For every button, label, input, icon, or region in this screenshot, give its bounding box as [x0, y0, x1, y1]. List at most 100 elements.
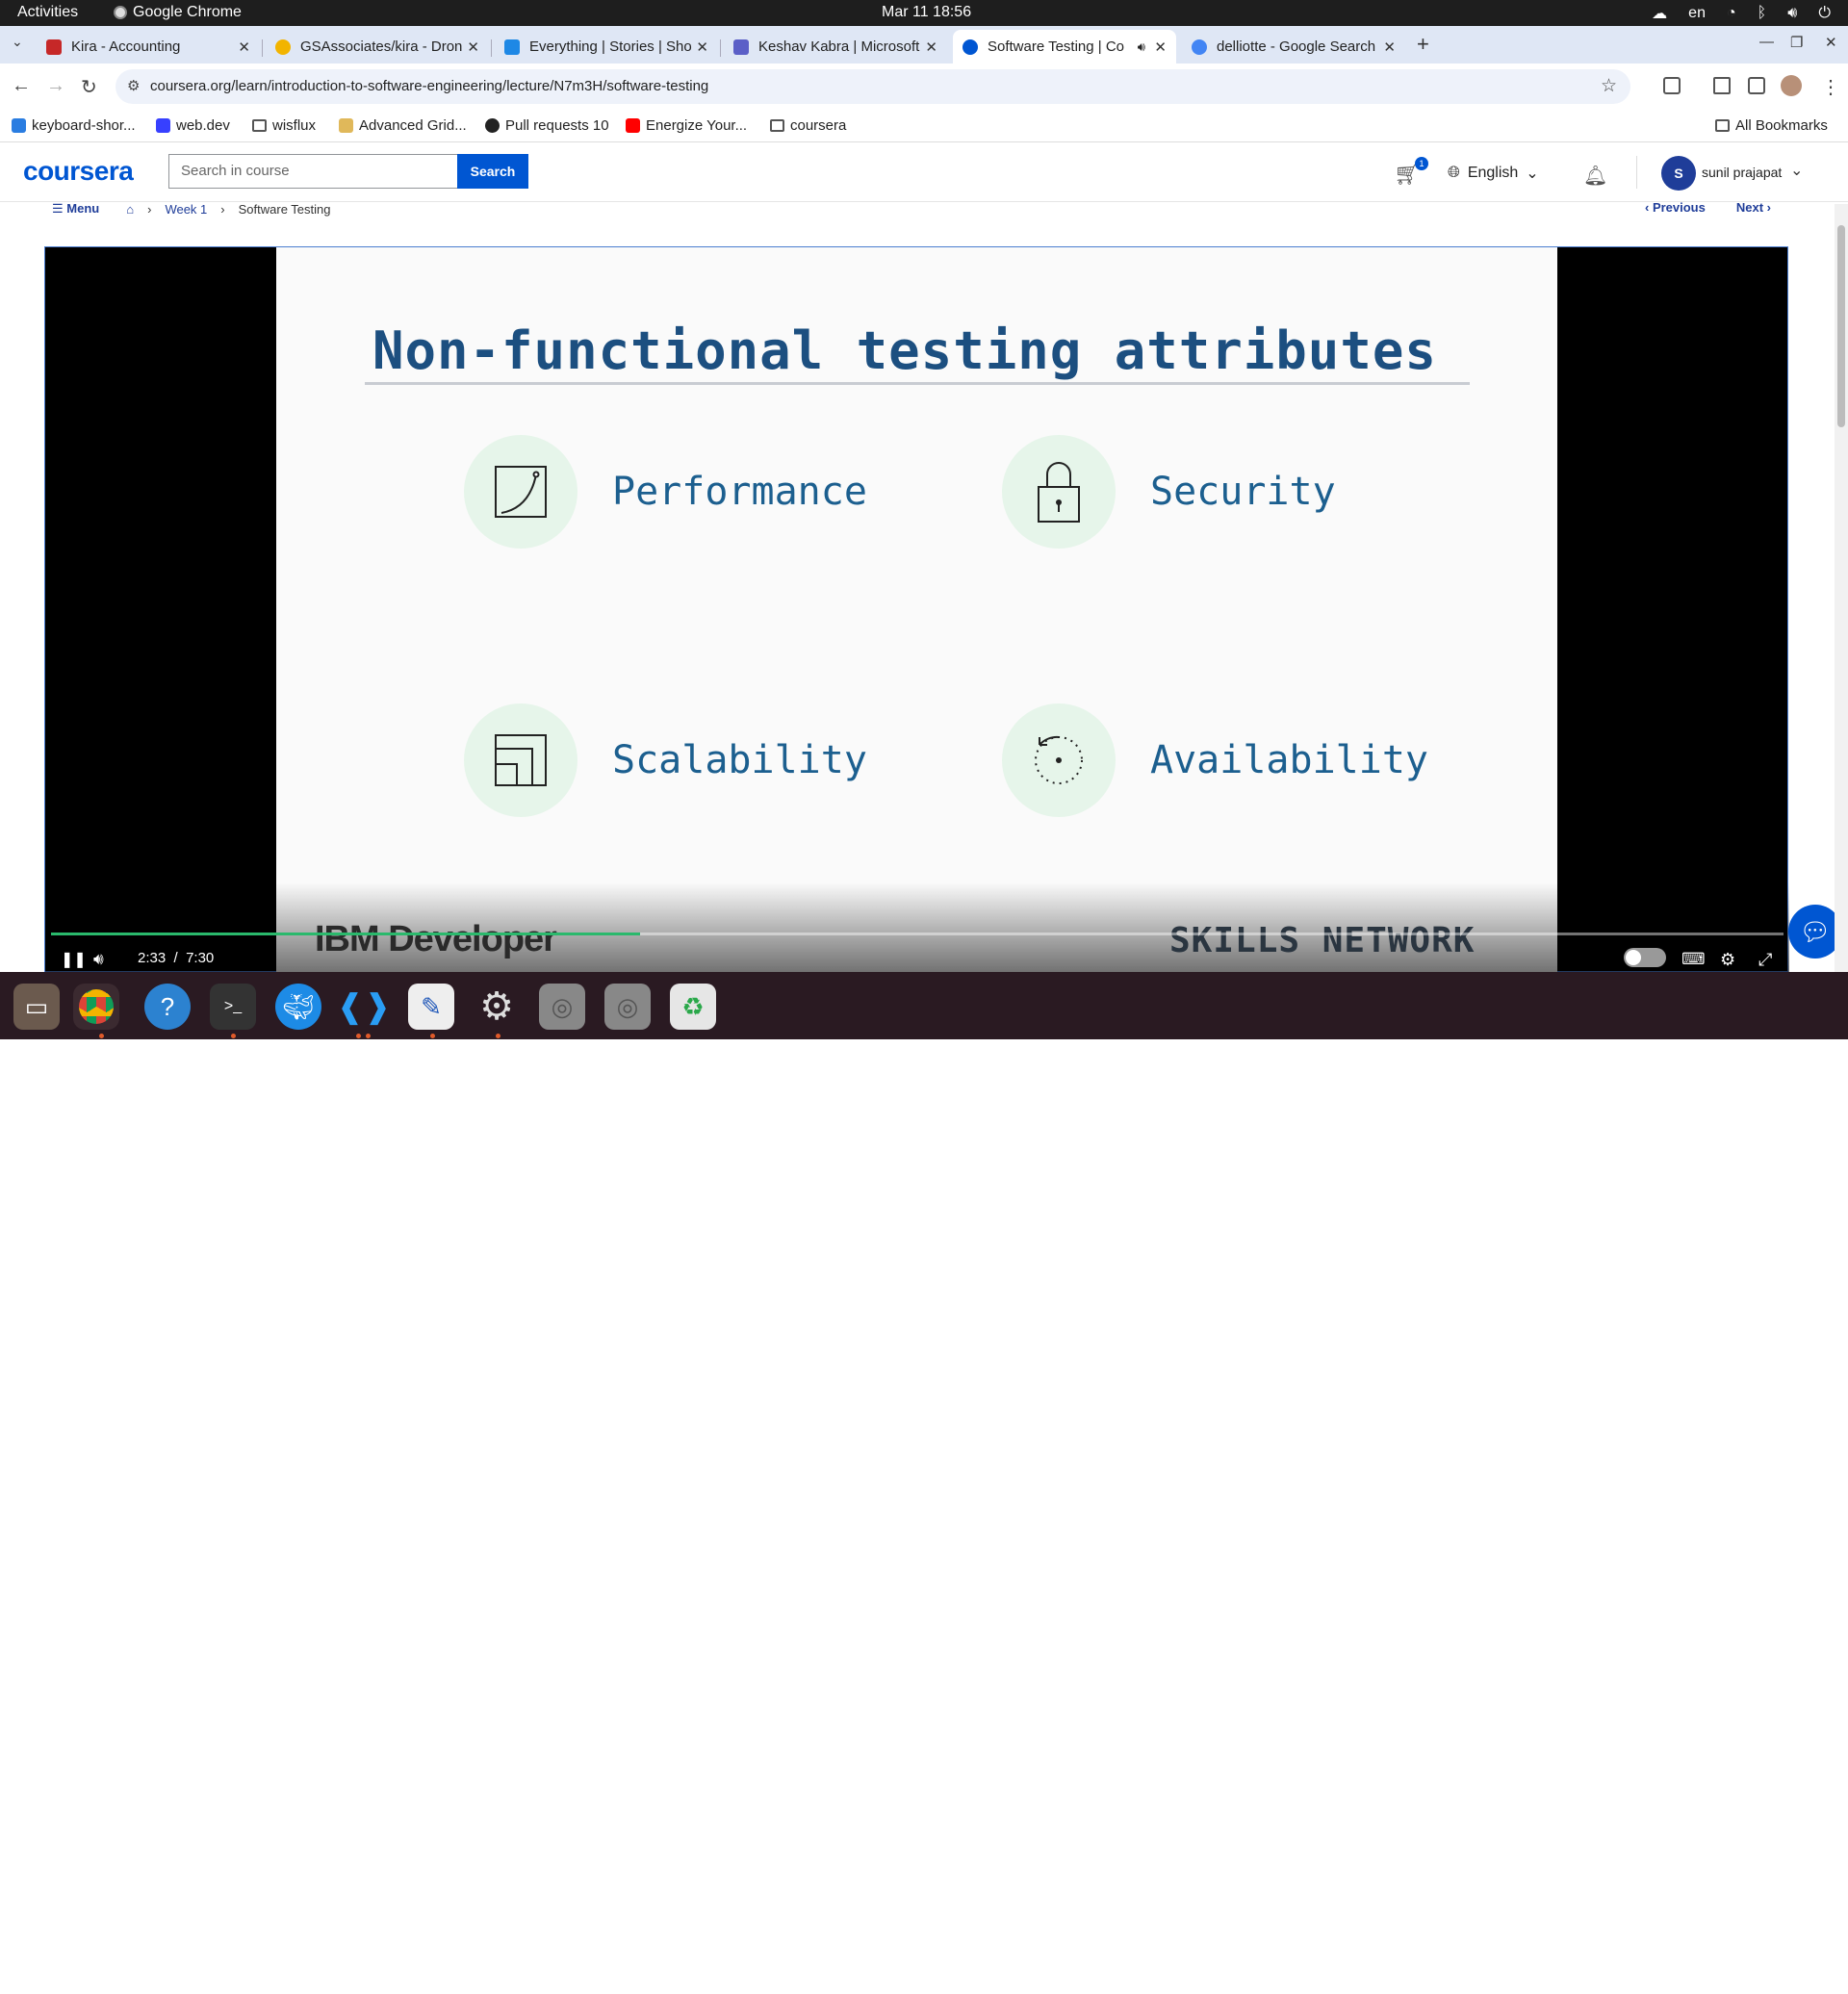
- scrollbar-thumb[interactable]: [1837, 225, 1845, 427]
- previous-button[interactable]: ‹ Previous: [1645, 200, 1706, 215]
- bookmark-star-icon[interactable]: ☆: [1601, 75, 1617, 97]
- availability-dial-icon: [1002, 703, 1116, 817]
- address-bar[interactable]: ⚙ coursera.org/learn/introduction-to-sof…: [116, 69, 1630, 104]
- close-window-icon[interactable]: ✕: [1825, 34, 1837, 51]
- tab-search-icon[interactable]: ⌄: [12, 34, 23, 50]
- kebab-menu-icon[interactable]: ⋮: [1821, 75, 1840, 99]
- wifi-icon[interactable]: ◔: [1727, 5, 1736, 22]
- header-divider: [1636, 156, 1637, 189]
- show-apps-grid-icon[interactable]: [1796, 1963, 1827, 1994]
- volume-icon[interactable]: 🔊︎: [93, 950, 104, 969]
- browser-toolbar: ← → ↻ ⚙ coursera.org/learn/introduction-…: [0, 64, 1848, 110]
- folder-icon: [1715, 119, 1730, 132]
- language-selector[interactable]: 🌐︎ English ⌄: [1448, 164, 1539, 183]
- coursera-logo[interactable]: coursera: [23, 156, 134, 187]
- files-icon[interactable]: ▭: [13, 984, 60, 1030]
- favicon-icon: [962, 38, 978, 55]
- autoplay-toggle[interactable]: [1624, 948, 1666, 967]
- tab-kira-accounting[interactable]: Kira - Accounting ✕: [37, 30, 260, 64]
- tab-close-icon[interactable]: ✕: [1383, 38, 1396, 56]
- media-controls-icon[interactable]: [1713, 77, 1731, 94]
- next-label: Next: [1735, 200, 1764, 215]
- url-text[interactable]: coursera.org/learn/introduction-to-softw…: [150, 78, 708, 94]
- bookmark-label: All Bookmarks: [1735, 117, 1828, 134]
- fullscreen-icon[interactable]: ⤢: [1758, 950, 1772, 970]
- chevron-down-icon: ⌄: [1526, 166, 1539, 182]
- forward-arrow-icon[interactable]: →: [46, 75, 65, 97]
- breadcrumb: ☰ Menu ⌂ › Week 1 › Software Testing: [52, 200, 331, 217]
- bookmark-pull-requests[interactable]: Pull requests 10: [485, 117, 609, 134]
- settings-icon[interactable]: ⚙: [474, 984, 520, 1030]
- site-info-icon[interactable]: ⚙: [127, 77, 140, 94]
- chrome-icon[interactable]: [73, 984, 119, 1030]
- bookmark-wisflux[interactable]: wisflux: [252, 117, 316, 134]
- breadcrumb-week[interactable]: Week 1: [165, 202, 207, 217]
- github-icon: [485, 118, 500, 133]
- course-search-input[interactable]: Search in course: [168, 154, 457, 189]
- disk-icon[interactable]: ◎: [604, 984, 651, 1030]
- terminal-icon[interactable]: >_: [210, 984, 256, 1030]
- video-progress-bar[interactable]: [51, 933, 1784, 935]
- subtitles-icon[interactable]: ⌨: [1681, 950, 1706, 969]
- back-arrow-icon[interactable]: ←: [12, 75, 31, 97]
- next-button[interactable]: Next ›: [1736, 200, 1771, 215]
- tab-title: delliotte - Google Search: [1217, 38, 1376, 55]
- docker-icon[interactable]: 🐳︎: [275, 984, 321, 1030]
- help-icon[interactable]: ?: [144, 984, 191, 1030]
- restore-icon[interactable]: ❐: [1790, 34, 1803, 51]
- page-scrollbar[interactable]: [1835, 204, 1848, 972]
- tab-software-testing[interactable]: Software Testing | Co 🔊︎ ✕: [953, 30, 1176, 64]
- audio-playing-icon[interactable]: 🔊︎: [1138, 39, 1145, 55]
- reload-icon[interactable]: ↻: [81, 75, 97, 99]
- tab-google-search[interactable]: delliotte - Google Search ✕: [1182, 30, 1405, 64]
- tab-keshav-kabra[interactable]: Keshav Kabra | Microsoft ✕: [724, 30, 947, 64]
- system-tray[interactable]: ☁ en ◔ ᛒ 🔊︎ ⏻: [1652, 4, 1831, 23]
- extensions-icon[interactable]: [1663, 77, 1681, 94]
- home-icon[interactable]: ⌂: [126, 202, 134, 217]
- system-clock[interactable]: Mar 11 18:56: [882, 4, 971, 21]
- bookmark-advanced-grid[interactable]: Advanced Grid...: [339, 117, 467, 134]
- new-tab-plus-icon[interactable]: +: [1417, 32, 1429, 57]
- tab-close-icon[interactable]: ✕: [467, 38, 479, 56]
- vscode-icon[interactable]: ❰❱: [337, 984, 392, 1030]
- tab-close-icon[interactable]: ✕: [696, 38, 708, 56]
- activities-button[interactable]: Activities: [17, 4, 78, 21]
- tab-everything-stories[interactable]: Everything | Stories | Sho ✕: [495, 30, 718, 64]
- app-menu[interactable]: Google Chrome: [114, 4, 242, 21]
- slide-title: Non-functional testing attributes: [372, 320, 1437, 381]
- bookmark-coursera[interactable]: coursera: [770, 117, 846, 134]
- bookmark-energize[interactable]: Energize Your...: [626, 117, 747, 134]
- bookmark-web-dev[interactable]: web.dev: [156, 117, 230, 134]
- minimize-icon[interactable]: —: [1759, 34, 1774, 50]
- tab-close-icon[interactable]: ✕: [1154, 38, 1167, 56]
- time-display: 2:33 / 7:30: [138, 950, 214, 966]
- language-indicator[interactable]: en: [1688, 5, 1706, 22]
- disk-icon[interactable]: ◎: [539, 984, 585, 1030]
- tab-close-icon[interactable]: ✕: [925, 38, 937, 56]
- power-icon[interactable]: ⏻: [1818, 5, 1831, 22]
- bluetooth-icon[interactable]: ᛒ: [1758, 5, 1767, 22]
- notifications-bell-icon[interactable]: 🔔︎: [1583, 164, 1607, 188]
- all-bookmarks[interactable]: All Bookmarks: [1715, 117, 1828, 134]
- volume-icon[interactable]: 🔊︎: [1787, 5, 1797, 22]
- side-panel-icon[interactable]: [1748, 77, 1765, 94]
- chrome-app-icon: [114, 6, 127, 19]
- menu-button[interactable]: ☰ Menu: [52, 201, 99, 217]
- trash-icon[interactable]: ♻: [670, 984, 716, 1030]
- user-avatar[interactable]: S: [1661, 156, 1696, 191]
- user-name[interactable]: sunil prajapat: [1702, 165, 1782, 180]
- user-menu-chevron-icon[interactable]: ⌄: [1790, 161, 1803, 180]
- bookmark-keyboard-shortcuts[interactable]: keyboard-shor...: [12, 117, 136, 134]
- pause-icon[interactable]: ❚❚: [61, 950, 87, 969]
- player-overlay: [45, 882, 1789, 973]
- tab-close-icon[interactable]: ✕: [238, 38, 250, 56]
- video-player[interactable]: Non-functional testing attributes Perfor…: [44, 246, 1789, 973]
- bookmark-label: Pull requests 10: [505, 117, 609, 134]
- tab-gsassociates[interactable]: GSAssociates/kira - Dron ✕: [266, 30, 489, 64]
- search-button[interactable]: Search: [457, 154, 528, 189]
- profile-avatar-icon[interactable]: [1781, 75, 1802, 96]
- docker-tray-icon[interactable]: ☁: [1652, 4, 1667, 23]
- text-editor-icon[interactable]: ✎: [408, 984, 454, 1030]
- padlock-icon: [1002, 435, 1116, 549]
- settings-gear-icon[interactable]: ⚙: [1720, 950, 1735, 970]
